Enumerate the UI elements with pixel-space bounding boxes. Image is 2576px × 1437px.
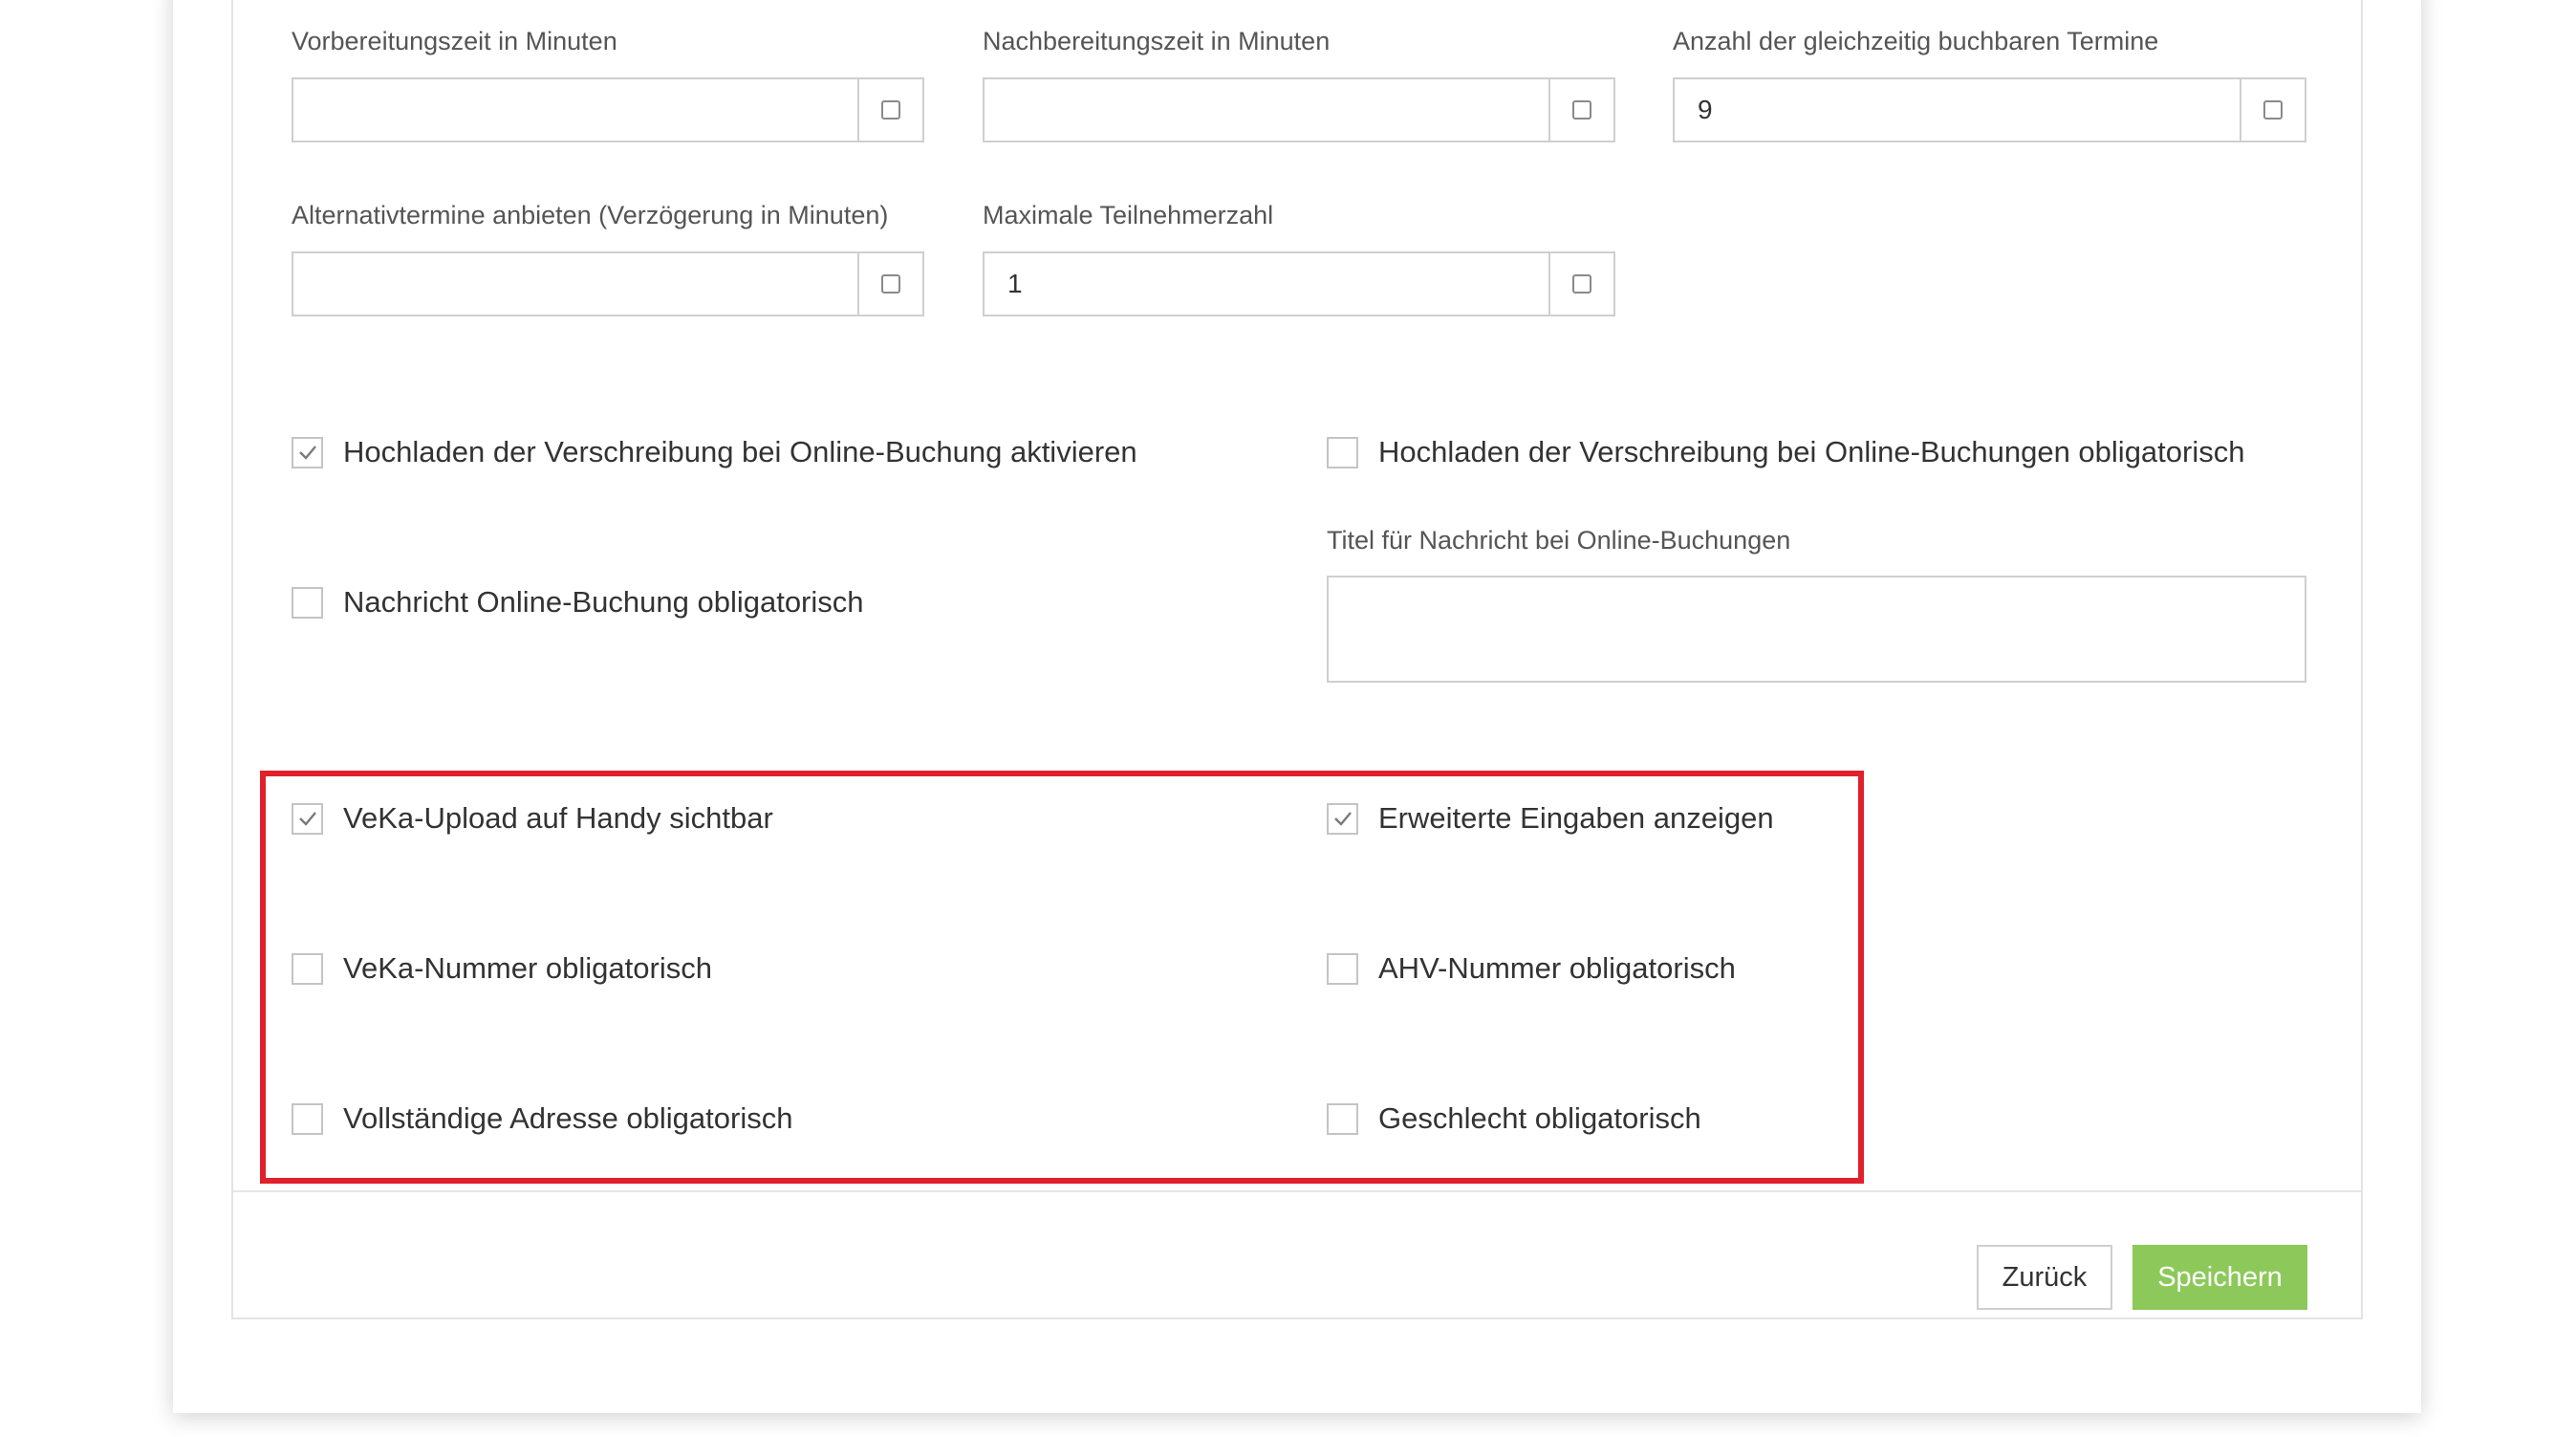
prep-time-label: Vorbereitungszeit in Minuten	[292, 27, 617, 55]
message-title-input[interactable]	[1327, 576, 2306, 683]
followup-time-addon	[1548, 79, 1613, 141]
max-participants-label: Maximale Teilnehmerzahl	[983, 201, 1274, 229]
footer-divider	[233, 1190, 2361, 1192]
concurrent-bookings-value[interactable]: 9	[1675, 79, 2240, 141]
save-button[interactable]: Speichern	[2132, 1245, 2307, 1310]
concurrent-bookings-label: Anzahl der gleichzeitig buchbaren Termin…	[1673, 27, 2159, 55]
prep-time-addon	[857, 79, 922, 141]
upload-prescription-required-option[interactable]: Hochladen der Verschreibung bei Online-B…	[1327, 435, 2244, 469]
alternative-delay-label: Alternativtermine anbieten (Verzögerung …	[292, 201, 889, 229]
message-title-label: Titel für Nachricht bei Online-Buchungen	[1327, 526, 1791, 555]
highlight-box	[260, 771, 1864, 1184]
concurrent-bookings-field[interactable]: 9	[1673, 77, 2306, 142]
checkbox-label: Hochladen der Verschreibung bei Online-B…	[343, 435, 1137, 468]
checkbox[interactable]	[1327, 436, 1358, 468]
alternative-delay-field[interactable]	[292, 251, 924, 316]
followup-time-field[interactable]	[983, 77, 1615, 142]
max-participants-value[interactable]: 1	[985, 253, 1548, 315]
back-button[interactable]: Zurück	[1977, 1245, 2112, 1310]
followup-time-label: Nachbereitungszeit in Minuten	[983, 27, 1331, 55]
prep-time-field[interactable]	[292, 77, 924, 142]
checkbox-label: Nachricht Online-Buchung obligatorisch	[343, 585, 864, 619]
checkbox[interactable]	[292, 436, 323, 468]
max-participants-field[interactable]: 1	[983, 251, 1615, 316]
upload-prescription-option[interactable]: Hochladen der Verschreibung bei Online-B…	[292, 435, 1137, 469]
concurrent-bookings-addon	[2240, 79, 2305, 141]
followup-time-value[interactable]	[985, 79, 1548, 141]
max-participants-addon	[1548, 253, 1613, 315]
square-icon	[2263, 100, 2283, 120]
square-icon	[881, 100, 900, 120]
checkbox-label: Hochladen der Verschreibung bei Online-B…	[1378, 435, 2245, 468]
square-icon	[1572, 274, 1591, 294]
checkmark-icon	[298, 446, 316, 460]
square-icon	[881, 274, 900, 294]
prep-time-value[interactable]	[293, 79, 857, 141]
message-required-option[interactable]: Nachricht Online-Buchung obligatorisch	[292, 585, 864, 620]
alternative-delay-addon	[857, 253, 922, 315]
checkbox[interactable]	[292, 586, 323, 619]
square-icon	[1572, 100, 1591, 120]
alternative-delay-value[interactable]	[293, 253, 857, 315]
